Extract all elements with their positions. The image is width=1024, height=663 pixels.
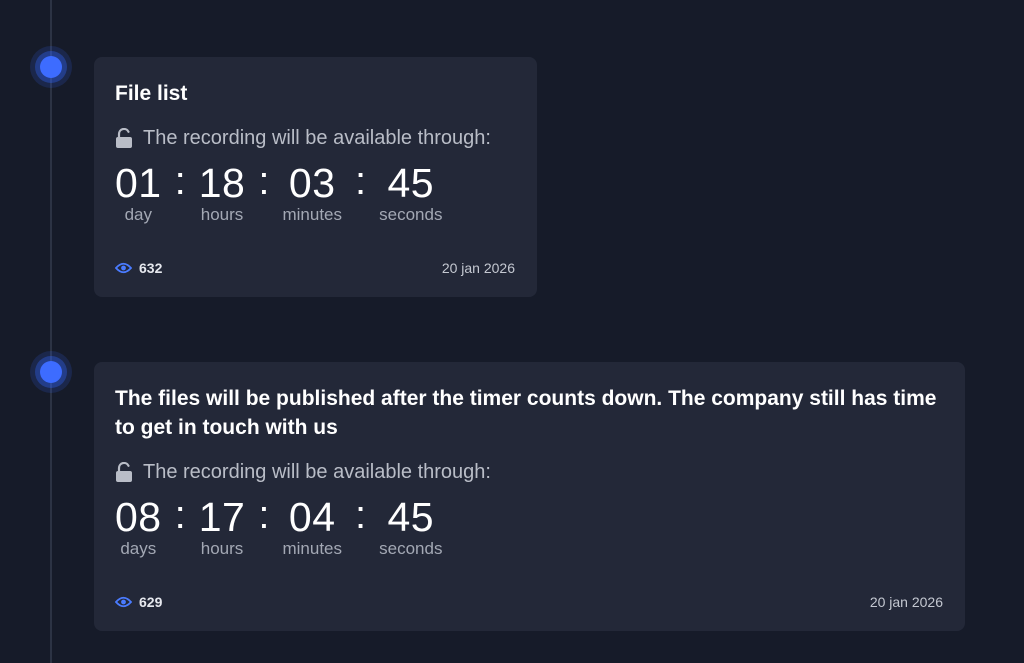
views-count: 632 bbox=[139, 260, 163, 276]
timeline-marker bbox=[30, 351, 72, 393]
availability-row: The recording will be available through: bbox=[115, 459, 943, 485]
countdown-label: minutes bbox=[282, 539, 342, 558]
countdown-hours: 17 hours bbox=[199, 494, 246, 558]
view-count: 629 bbox=[115, 594, 162, 610]
card-title: The files will be published after the ti… bbox=[115, 387, 937, 439]
unlocked-lock-icon bbox=[116, 128, 132, 148]
availability-text: The recording will be available through: bbox=[143, 460, 491, 483]
publish-date: 20 jan 2026 bbox=[441, 260, 515, 276]
countdown-separator: : bbox=[174, 159, 186, 203]
countdown-value: 08 bbox=[115, 494, 162, 540]
countdown-label: day bbox=[124, 205, 153, 224]
card-footer: 632 20 jan 2026 bbox=[115, 259, 515, 277]
countdown-value: 01 bbox=[115, 160, 162, 206]
countdown-timer: 08 days : 17 hours : 04 minutes : 45 sec… bbox=[115, 494, 943, 558]
countdown-label: seconds bbox=[379, 539, 443, 558]
publish-date: 20 jan 2026 bbox=[869, 594, 943, 610]
countdown-minutes: 04 minutes bbox=[282, 494, 342, 558]
timeline-card: The files will be published after the ti… bbox=[94, 362, 965, 631]
countdown-minutes: 03 minutes bbox=[282, 160, 342, 224]
timeline-marker bbox=[30, 46, 72, 88]
countdown-separator: : bbox=[355, 159, 367, 203]
countdown-value: 45 bbox=[387, 160, 435, 206]
eye-icon bbox=[115, 596, 132, 608]
timeline-line bbox=[50, 0, 52, 663]
unlocked-lock-icon bbox=[116, 462, 132, 482]
countdown-separator: : bbox=[258, 493, 270, 537]
countdown-seconds: 45 seconds bbox=[379, 160, 442, 224]
countdown-seconds: 45 seconds bbox=[379, 494, 442, 558]
countdown-separator: : bbox=[355, 493, 367, 537]
eye-icon bbox=[115, 262, 132, 274]
countdown-value: 17 bbox=[198, 494, 246, 540]
timeline-card: File list The recording will be availabl… bbox=[94, 57, 537, 297]
countdown-value: 18 bbox=[198, 160, 246, 206]
countdown-value: 03 bbox=[288, 160, 336, 206]
countdown-label: seconds bbox=[379, 205, 443, 224]
card-footer: 629 20 jan 2026 bbox=[115, 593, 943, 611]
countdown-label: minutes bbox=[282, 205, 342, 224]
countdown-separator: : bbox=[174, 493, 186, 537]
countdown-value: 04 bbox=[288, 494, 336, 540]
countdown-label: hours bbox=[200, 539, 244, 558]
countdown-hours: 18 hours bbox=[199, 160, 246, 224]
availability-row: The recording will be available through: bbox=[115, 125, 515, 151]
countdown-days: 08 days bbox=[115, 494, 162, 558]
countdown-label: hours bbox=[200, 205, 244, 224]
countdown-value: 45 bbox=[387, 494, 435, 540]
views-count: 629 bbox=[139, 594, 163, 610]
countdown-timer: 01 day : 18 hours : 03 minutes : 45 seco… bbox=[115, 160, 515, 224]
card-title: File list bbox=[115, 82, 188, 105]
countdown-days: 01 day bbox=[115, 160, 162, 224]
view-count: 632 bbox=[115, 260, 162, 276]
countdown-separator: : bbox=[258, 159, 270, 203]
countdown-label: days bbox=[120, 539, 157, 558]
availability-text: The recording will be available through: bbox=[143, 126, 491, 149]
